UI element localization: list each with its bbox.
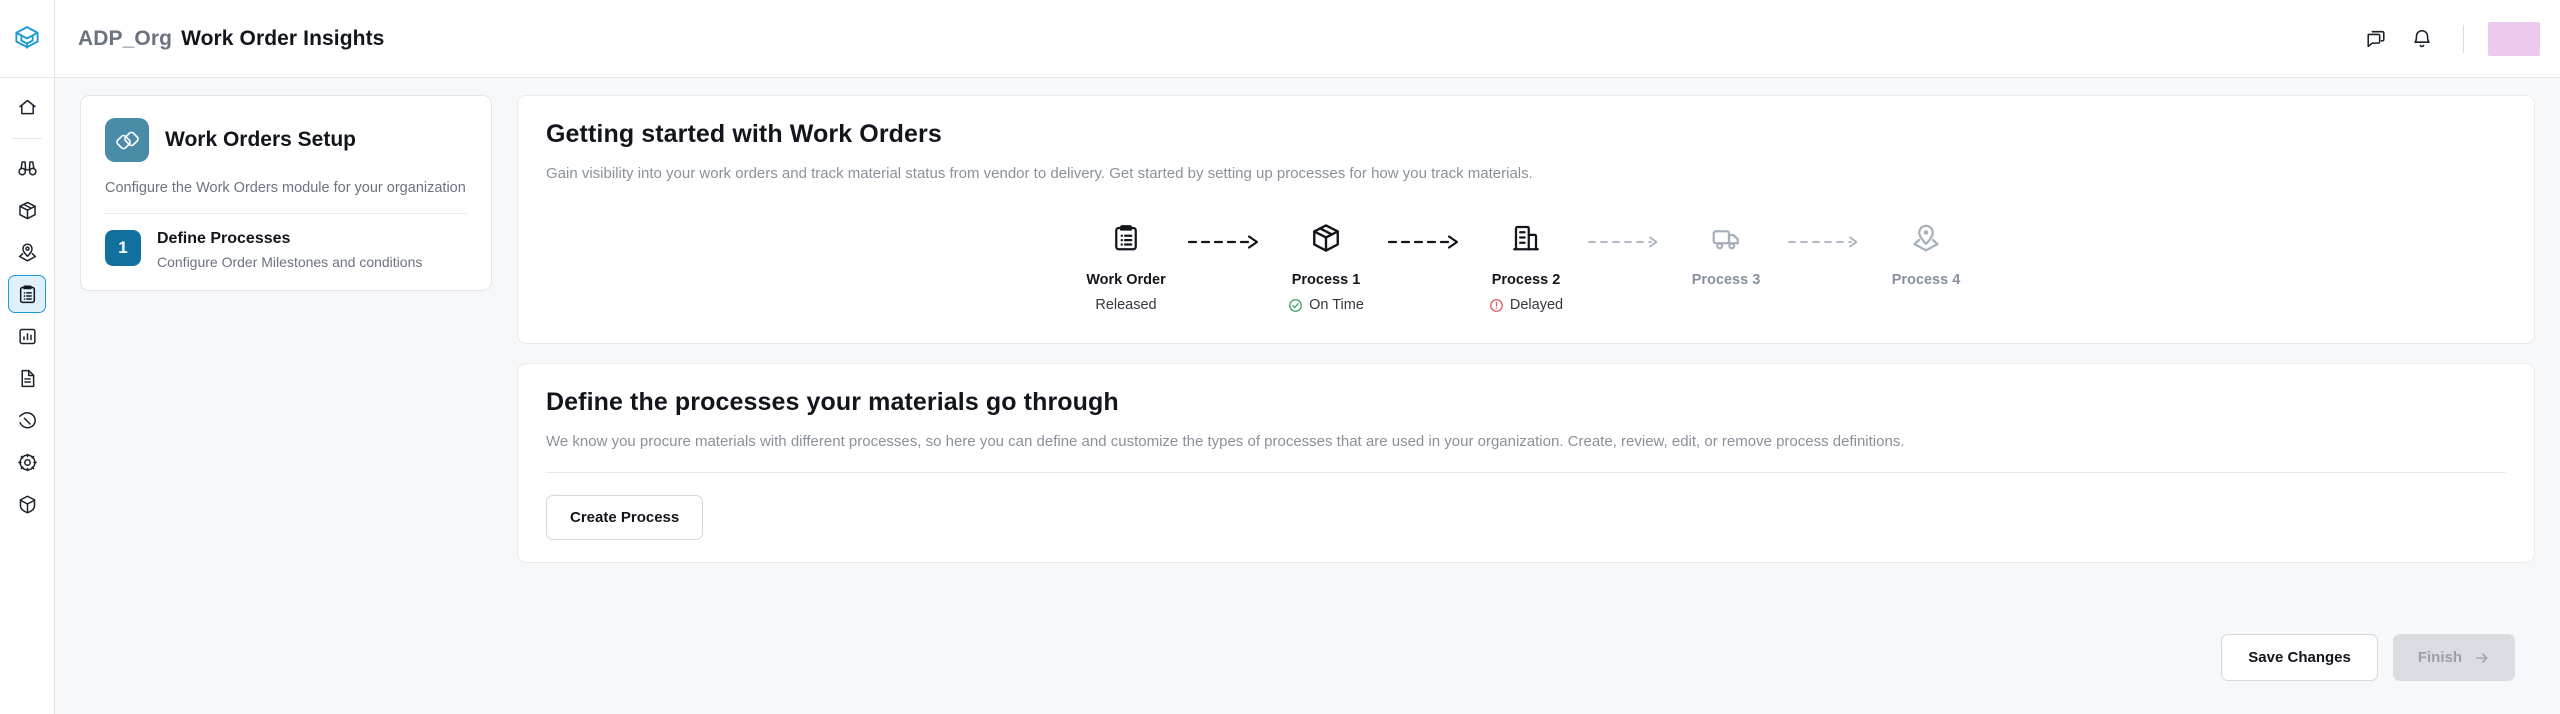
flow-node-label: Process 3 [1691,272,1761,288]
getting-started-title: Getting started with Work Orders [546,120,942,148]
clipboard-list-icon [19,285,35,303]
flow-node-status: On Time [1288,297,1364,313]
setup-card-subtitle: Configure the Work Orders module for you… [105,180,467,214]
check-circle-icon [1289,298,1302,312]
content-row: Work Orders Setup Configure the Work Ord… [55,95,2560,563]
breadcrumb: ADP_Org Work Order Insights [55,27,384,51]
document-icon [21,369,34,387]
bar-chart-icon [18,328,36,344]
setup-step-define-processes[interactable]: 1 Define Processes Configure Order Miles… [105,230,467,270]
org-name: ADP_Org [78,26,173,50]
finish-button-label: Finish [2417,649,2462,666]
sidebar-item-insights[interactable] [8,149,46,187]
top-bar-actions [2353,16,2560,62]
notification-bell-icon[interactable] [2399,16,2445,62]
home-icon [18,99,36,114]
package-box-icon [18,201,36,219]
step-subtitle: Configure Order Milestones and condition… [157,254,423,270]
avatar[interactable] [2488,21,2540,56]
flow-node-label: Process 4 [1891,272,1961,288]
step-title: Define Processes [157,230,291,247]
dashed-arrow-right-icon [1380,218,1472,250]
toolbar-divider [2463,24,2464,53]
clipboard-list-icon [1111,218,1141,258]
step-text-block: Define Processes Configure Order Milesto… [157,230,422,270]
flow-node-process-1: Process 1 On Time [1272,218,1380,313]
location-pin-icon [1911,218,1941,258]
cube-logo-icon [15,25,39,49]
shield-icon [18,495,36,513]
finish-button[interactable]: Finish [2392,634,2515,681]
flow-node-label: Work Order [1086,272,1166,288]
sidebar-item-work-orders[interactable] [8,275,46,313]
sidebar-item-reports[interactable] [8,317,46,355]
sidebar-item-tracking[interactable] [8,233,46,271]
flow-node-label: Process 2 [1491,272,1561,288]
getting-started-panel: Getting started with Work Orders Gain vi… [517,95,2535,344]
sidebar-item-documents[interactable] [8,359,46,397]
flow-node-process-2: Process 2 Delayed [1472,218,1580,313]
package-box-icon [1310,218,1342,258]
flow-node-status: Released [1095,297,1156,313]
setup-card-title: Work Orders Setup [165,128,356,151]
sidebar-item-settings[interactable] [8,443,46,481]
sidebar-item-admin[interactable] [8,485,46,523]
footer-actions: Save Changes Finish [55,634,2560,714]
setup-card-header: Work Orders Setup [105,118,467,162]
process-flow-diagram: Work Order Released Process 1 On Time Pr… [546,218,2506,321]
flow-status-text: On Time [1309,297,1364,313]
binoculars-icon [17,160,37,175]
work-orders-setup-card: Work Orders Setup Configure the Work Ord… [80,95,492,291]
dashed-arrow-right-icon [1580,218,1672,250]
sidebar-item-home[interactable] [8,88,46,126]
define-processes-description: We know you procure materials with diffe… [546,433,1905,450]
building-icon [1511,218,1541,258]
sidebar-item-shipments[interactable] [8,191,46,229]
tag-icon [18,411,36,428]
gear-icon [17,453,37,471]
step-number-badge: 1 [105,230,141,266]
app-logo[interactable] [0,0,55,78]
flow-node-status: Delayed [1489,297,1563,313]
page-title: Work Order Insights [181,26,385,50]
flow-node-process-3: Process 3 [1672,218,1780,288]
flow-node-process-4: Process 4 [1872,218,1980,288]
app-root: ADP_Org Work Order Insights Work Orders … [0,0,2560,714]
create-process-button[interactable]: Create Process [546,495,704,540]
save-changes-button[interactable]: Save Changes [2221,634,2378,681]
right-column: Getting started with Work Orders Gain vi… [517,95,2535,563]
panel-divider [546,472,2506,473]
dashed-arrow-right-icon [1780,218,1872,250]
truck-icon [1711,218,1741,258]
getting-started-description: Gain visibility into your work orders an… [546,165,1533,182]
flow-node-label: Process 1 [1291,272,1361,288]
chat-bubbles-icon[interactable] [2353,16,2399,62]
location-pin-icon [18,242,36,262]
dashed-arrow-right-icon [1180,218,1272,250]
sidebar-rail [0,78,55,714]
top-bar: ADP_Org Work Order Insights [0,0,2560,78]
sidebar-item-labels[interactable] [8,401,46,439]
alert-circle-icon [1490,298,1503,312]
define-processes-panel: Define the processes your materials go t… [517,363,2535,563]
flow-status-text: Delayed [1509,297,1564,313]
define-processes-title: Define the processes your materials go t… [546,388,1119,416]
main-content: Work Orders Setup Configure the Work Ord… [55,78,2560,714]
flow-status-text: Released [1095,297,1157,313]
rail-divider [12,138,42,139]
diamond-links-icon [105,118,149,162]
body: Work Orders Setup Configure the Work Ord… [0,78,2560,714]
arrow-right-icon [2476,652,2488,663]
flow-node-work-order: Work Order Released [1072,218,1180,313]
